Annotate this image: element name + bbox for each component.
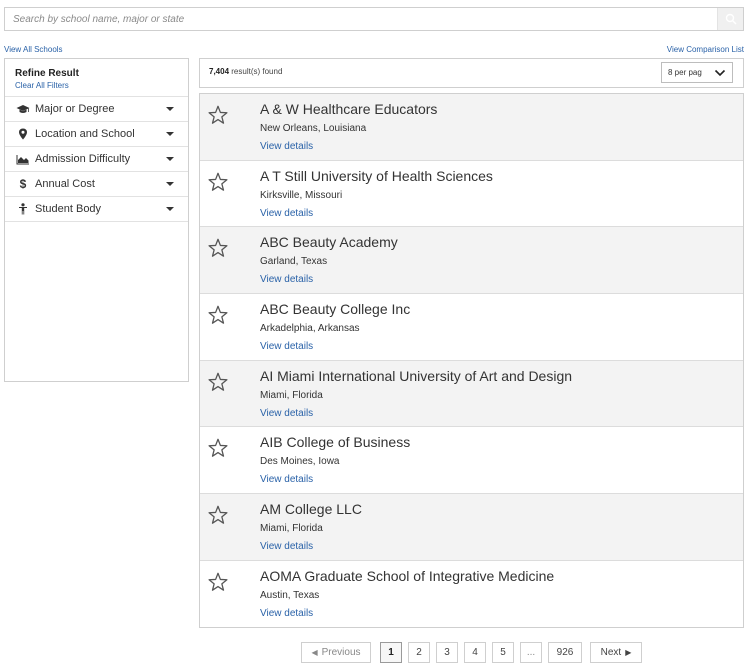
school-name: A T Still University of Health Sciences: [260, 167, 493, 184]
filter-location-and-school[interactable]: Location and School: [5, 122, 188, 147]
page-button-3[interactable]: 3: [436, 642, 458, 663]
star-icon[interactable]: [207, 171, 229, 193]
map-pin-icon: [16, 128, 30, 140]
page-button-4[interactable]: 4: [464, 642, 486, 663]
triangle-left-icon: ◀: [311, 648, 318, 657]
view-details-link[interactable]: View details: [260, 274, 313, 285]
school-location: Miami, Florida: [260, 523, 323, 535]
star-icon[interactable]: [207, 437, 229, 459]
search-bar: [4, 7, 744, 31]
page-button-5[interactable]: 5: [492, 642, 514, 663]
list-item: AI Miami International University of Art…: [200, 360, 743, 428]
list-item: A T Still University of Health Sciences …: [200, 161, 743, 228]
view-details-link[interactable]: View details: [260, 408, 313, 419]
star-icon[interactable]: [207, 304, 229, 326]
pagination: ◀ Previous 1 2 3 4 5 ... 926 Next ▶: [0, 642, 750, 664]
school-location: Kirksville, Missouri: [260, 189, 343, 201]
list-item: AM College LLC Miami, Florida View detai…: [200, 494, 743, 561]
previous-button[interactable]: ◀ Previous: [301, 642, 371, 663]
filter-label: Location and School: [35, 128, 135, 140]
chevron-down-icon: [714, 69, 726, 77]
results-count-suffix: result(s) found: [229, 67, 283, 76]
caret-down-icon: [166, 132, 174, 136]
refine-sidebar: Refine Result Clear All Filters Major or…: [4, 58, 189, 382]
page-button-1[interactable]: 1: [380, 642, 402, 663]
list-item: AIB College of Business Des Moines, Iowa…: [200, 427, 743, 495]
view-details-link[interactable]: View details: [260, 608, 313, 619]
school-name: AI Miami International University of Art…: [260, 367, 573, 384]
list-item: AOMA Graduate School of Integrative Medi…: [200, 561, 743, 628]
filter-label: Admission Difficulty: [35, 153, 131, 165]
view-comparison-list-link[interactable]: View Comparison List: [667, 45, 744, 54]
area-chart-icon: [16, 153, 30, 165]
school-list: A & W Healthcare Educators New Orleans, …: [199, 93, 744, 628]
per-page-value: 8 per pag: [668, 68, 702, 77]
clear-all-filters-link[interactable]: Clear All Filters: [15, 81, 178, 90]
school-location: Austin, Texas: [260, 589, 320, 601]
list-item: ABC Beauty College Inc Arkadelphia, Arka…: [200, 294, 743, 361]
dollar-icon: $: [19, 177, 27, 191]
caret-down-icon: [166, 107, 174, 111]
view-details-link[interactable]: View details: [260, 341, 313, 352]
school-location: New Orleans, Louisiana: [260, 123, 367, 134]
per-page-select[interactable]: 8 per pag: [661, 62, 733, 83]
search-button[interactable]: [717, 8, 743, 30]
caret-down-icon: [166, 207, 174, 211]
list-item: A & W Healthcare Educators New Orleans, …: [200, 94, 743, 161]
page-button-926[interactable]: 926: [548, 642, 582, 663]
view-details-link[interactable]: View details: [260, 541, 313, 552]
filter-annual-cost[interactable]: $ Annual Cost: [5, 172, 188, 197]
refine-title: Refine Result: [15, 68, 79, 79]
page-button-2[interactable]: 2: [408, 642, 430, 663]
previous-label: Previous: [321, 647, 361, 658]
next-label: Next: [600, 647, 622, 658]
graduation-cap-icon: [16, 103, 30, 115]
filter-major-or-degree[interactable]: Major or Degree: [5, 97, 188, 122]
triangle-right-icon: ▶: [625, 648, 632, 657]
caret-down-icon: [166, 182, 174, 186]
view-details-link[interactable]: View details: [260, 474, 313, 485]
search-input[interactable]: [5, 8, 717, 30]
results-count-value: 7,404: [209, 67, 230, 76]
school-name: AIB College of Business: [260, 434, 411, 451]
page-ellipsis: ...: [520, 642, 542, 663]
star-icon[interactable]: [207, 571, 229, 593]
view-details-link[interactable]: View details: [260, 208, 313, 219]
school-name: A & W Healthcare Educators: [260, 101, 438, 117]
school-name: ABC Beauty College Inc: [260, 301, 411, 318]
view-details-link[interactable]: View details: [260, 141, 313, 152]
filter-label: Major or Degree: [35, 103, 115, 115]
refine-header: Refine Result Clear All Filters: [5, 59, 188, 97]
school-location: Garland, Texas: [260, 256, 328, 268]
caret-down-icon: [166, 157, 174, 161]
person-icon: [16, 203, 30, 215]
school-name: AM College LLC: [260, 501, 362, 518]
filter-label: Student Body: [35, 203, 102, 215]
results-count: 7,404 result(s) found: [209, 67, 282, 76]
school-location: Arkadelphia, Arkansas: [260, 323, 360, 335]
filter-admission-difficulty[interactable]: Admission Difficulty: [5, 147, 188, 172]
filter-label: Annual Cost: [35, 178, 95, 190]
results-header: 7,404 result(s) found 8 per pag: [199, 58, 744, 88]
school-name: ABC Beauty Academy: [260, 234, 398, 251]
star-icon[interactable]: [207, 371, 229, 393]
star-icon[interactable]: [207, 104, 229, 126]
star-icon[interactable]: [207, 237, 229, 259]
school-location: Miami, Florida: [260, 389, 323, 401]
school-name: AOMA Graduate School of Integrative Medi…: [260, 567, 555, 584]
school-location: Des Moines, Iowa: [260, 456, 340, 468]
next-button[interactable]: Next ▶: [590, 642, 642, 663]
filter-student-body[interactable]: Student Body: [5, 197, 188, 222]
star-icon[interactable]: [207, 504, 229, 526]
search-icon: [725, 13, 736, 25]
list-item: ABC Beauty Academy Garland, Texas View d…: [200, 227, 743, 295]
view-all-schools-link[interactable]: View All Schools: [4, 45, 63, 54]
